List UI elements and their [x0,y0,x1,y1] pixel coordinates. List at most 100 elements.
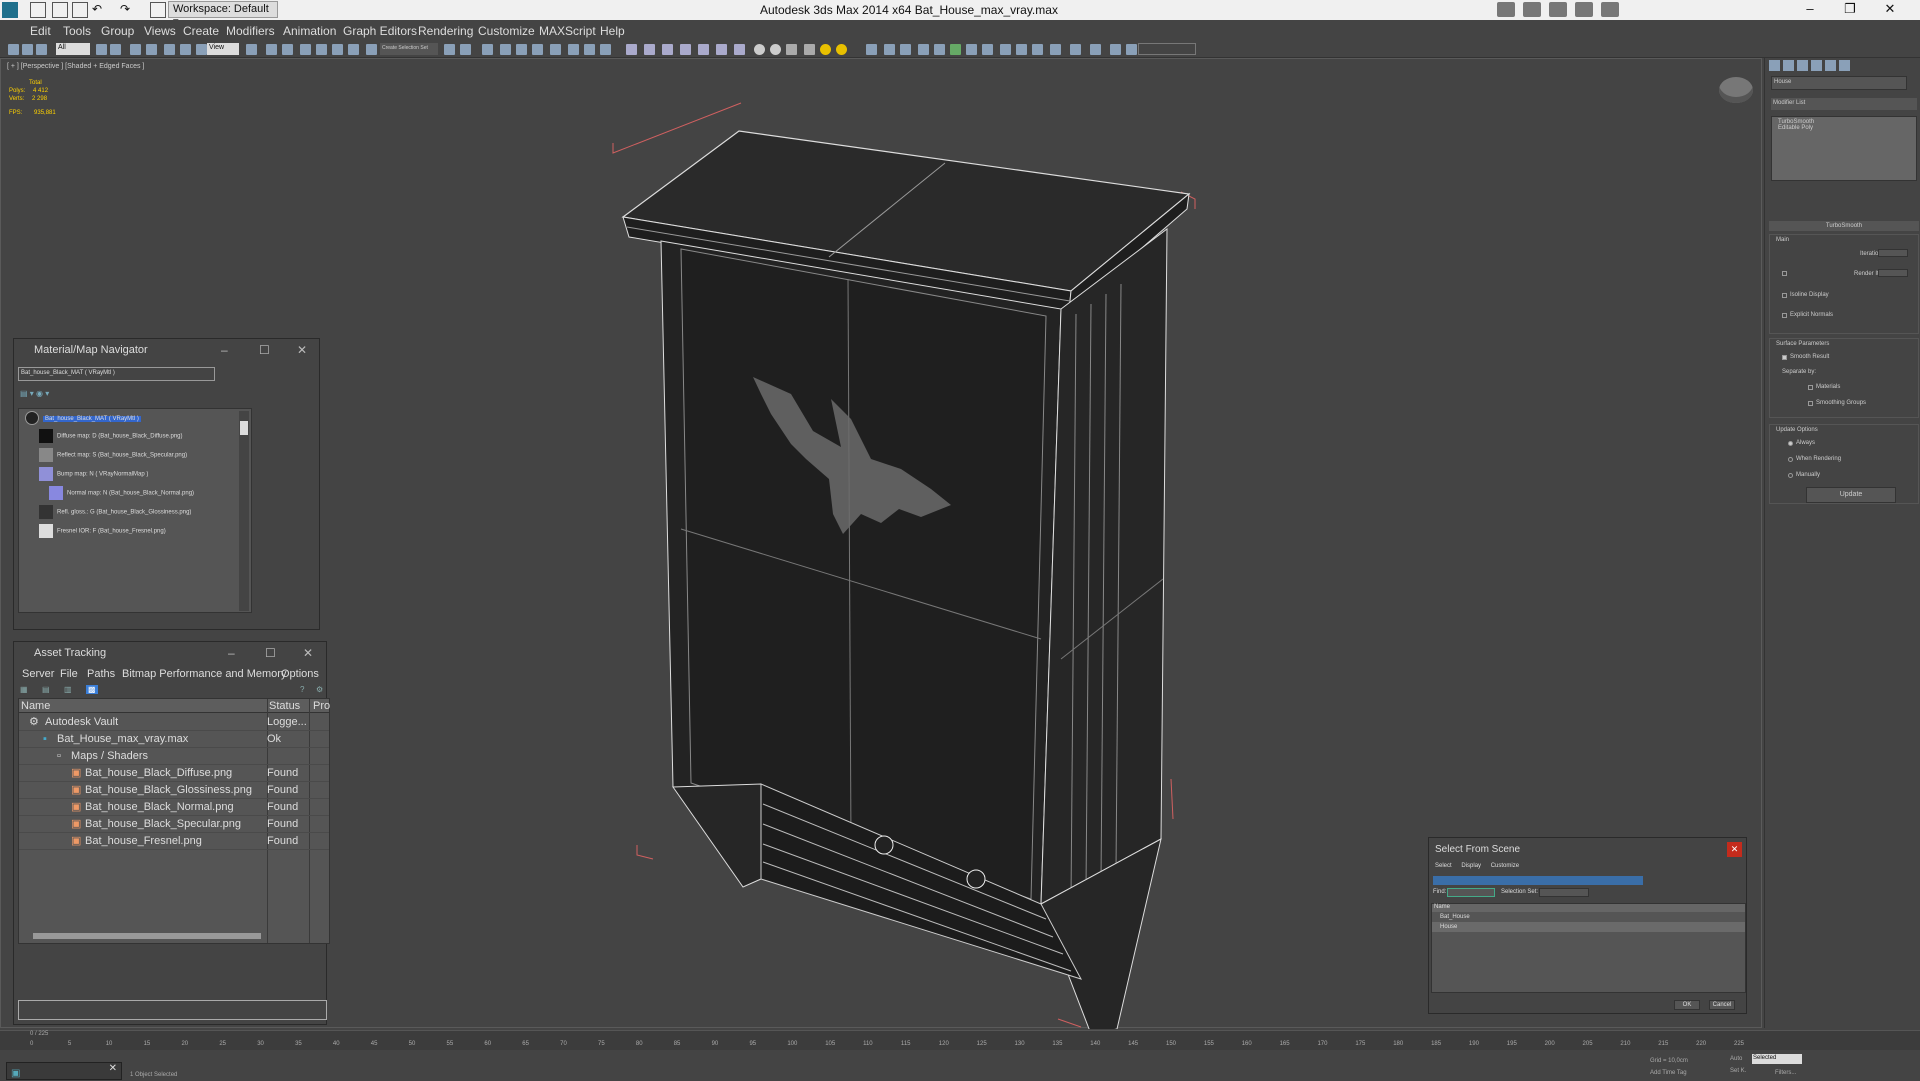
maxscript-listener-button[interactable]: ▣ ✕ [6,1062,122,1080]
select-manipulate-icon[interactable] [266,44,277,55]
utilities-tab-icon[interactable] [1839,60,1850,71]
mm-bump-row[interactable]: Bump map: N ( VRayNormalMap ) [39,467,148,481]
at-list-view-icon[interactable]: ▦ [20,685,28,694]
edit-named-selection-icon[interactable] [366,44,377,55]
sphere-light-icon[interactable] [770,44,781,55]
paint-icon[interactable] [982,44,993,55]
render-icon-a[interactable] [1032,44,1043,55]
render-icon-e[interactable] [1110,44,1121,55]
set-key-button[interactable]: Set K. [1730,1068,1746,1074]
close-icon[interactable]: ✕ [1870,1,1910,17]
menu-create[interactable]: Create [183,24,219,38]
mm-view-icons[interactable]: ▤ ▾ ◉ ▾ [20,389,49,398]
key-filter-dropdown[interactable]: Selected [1752,1054,1802,1064]
material-editor-icon[interactable] [550,44,561,55]
sfs-cancel-button[interactable]: Cancel [1709,1000,1735,1010]
render-iters-spinner[interactable] [1878,269,1908,277]
layer-manager-icon[interactable] [482,44,493,55]
at-maximize-icon[interactable]: ☐ [265,642,276,664]
table-row[interactable]: ▣ Bat_house_Black_Specular.png Found [19,816,329,833]
menu-customize[interactable]: Customize [478,24,535,38]
cloth-tool-icon[interactable] [866,44,877,55]
menu-modifiers[interactable]: Modifiers [226,24,275,38]
display-tab-icon[interactable] [1825,60,1836,71]
sfs-menu-customize[interactable]: Customize [1491,863,1519,869]
at-close-icon[interactable]: ✕ [303,642,313,664]
sfs-menu-display[interactable]: Display [1461,863,1481,869]
mm-minimize-icon[interactable]: – [221,339,228,361]
table-row[interactable]: ▪ Bat_House_max_vray.max Ok [19,731,329,748]
at-horizontal-scrollbar[interactable] [33,933,261,939]
graphite-toolbar-icon[interactable] [500,44,511,55]
object-name-field[interactable]: House [1771,76,1907,90]
update-button[interactable]: Update [1806,487,1896,503]
at-titlebar[interactable]: Asset Tracking – ☐ ✕ [14,642,326,664]
modifier-list-dropdown[interactable]: Modifier List [1771,98,1917,110]
at-col-name[interactable]: Name [21,700,50,712]
cone-icon[interactable] [804,44,815,55]
menu-graph-editors[interactable]: Graph Editors [343,24,417,38]
at-menu-options[interactable]: Options [281,668,319,680]
explicit-normals-checkbox[interactable] [1782,313,1787,318]
time-slider[interactable]: 0 / 225 0 5 10 15 20 25 30 35 40 45 50 55 60 65 70 75 80… [0,1030,1920,1050]
menu-tools[interactable]: Tools [63,24,91,38]
table-row[interactable]: ▣ Bat_house_Black_Glossiness.png Found [19,782,329,799]
vray-toolbar-icon-4[interactable] [680,44,691,55]
skin-icon[interactable] [1016,44,1027,55]
minimize-icon[interactable]: – [1790,1,1830,16]
motion-tab-icon[interactable] [1811,60,1822,71]
table-row[interactable]: ▣ Bat_house_Fresnel.png Found [19,833,329,850]
vray-toolbar-icon-3[interactable] [662,44,673,55]
vray-toolbar-icon-1[interactable] [626,44,637,55]
vray-toolbar-icon-5[interactable] [698,44,709,55]
angle-snap-icon[interactable] [316,44,327,55]
smoothing-groups-checkbox[interactable] [1808,401,1813,406]
render-icon-c[interactable] [1070,44,1081,55]
modify-tab-icon[interactable] [1783,60,1794,71]
particle-icon[interactable] [900,44,911,55]
vray-toolbar-icon-7[interactable] [734,44,745,55]
table-row[interactable]: ▫ Maps / Shaders [19,748,329,765]
mm-close-icon[interactable]: ✕ [297,339,307,361]
at-col-status[interactable]: Status [269,700,300,712]
table-row[interactable]: ▣ Bat_house_Black_Normal.png Found [19,799,329,816]
at-settings-icon[interactable]: ⚙ [316,685,323,694]
rotate-icon[interactable] [180,44,191,55]
when-rendering-radio[interactable] [1788,457,1793,462]
mm-root-row[interactable]: Bat_house_Black_MAT ( VRayMtl ) [25,411,141,425]
at-minimize-icon[interactable]: – [228,642,235,664]
menu-rendering[interactable]: Rendering [418,24,473,38]
tree-icon[interactable] [950,44,961,55]
search-icon[interactable] [1497,2,1515,17]
unlink-icon[interactable] [22,44,33,55]
sun-light-icon[interactable] [820,44,831,55]
close-icon[interactable]: ✕ [109,1063,117,1074]
render-iters-checkbox[interactable] [1782,271,1787,276]
selection-filter-dropdown[interactable]: All [56,43,90,55]
select-region-icon[interactable] [130,44,141,55]
stack-item-editable-poly[interactable]: Editable Poly [1778,125,1910,131]
at-help-icon[interactable]: ? [300,685,304,694]
align-icon[interactable] [460,44,471,55]
at-col-pro[interactable]: Pro [313,700,330,712]
table-row[interactable]: ▣ Bat_house_Black_Diffuse.png Found [19,765,329,782]
manually-radio[interactable] [1788,473,1793,478]
uvw-icon[interactable] [1000,44,1011,55]
isoline-checkbox[interactable] [1782,293,1787,298]
sky-light-icon[interactable] [836,44,847,55]
hierarchy-tab-icon[interactable] [1797,60,1808,71]
key-filters-button[interactable]: Filters... [1775,1070,1796,1076]
at-menu-file[interactable]: File [60,668,78,680]
iterations-spinner[interactable] [1878,249,1908,257]
render-icon-d[interactable] [1090,44,1101,55]
menu-edit[interactable]: Edit [30,24,51,38]
render-production-icon[interactable] [600,44,611,55]
window-crossing-icon[interactable] [146,44,157,55]
mm-titlebar[interactable]: Material/Map Navigator – ☐ ✕ [14,339,319,361]
mm-normal-row[interactable]: Normal map: N (Bat_house_Black_Normal.pn… [49,486,194,500]
ref-coord-dropdown[interactable]: View [207,43,239,55]
project-folder-icon[interactable] [150,2,166,18]
auto-key-button[interactable]: Auto [1730,1056,1742,1062]
pivot-center-icon[interactable] [246,44,257,55]
binoculars-icon[interactable] [1523,2,1541,17]
